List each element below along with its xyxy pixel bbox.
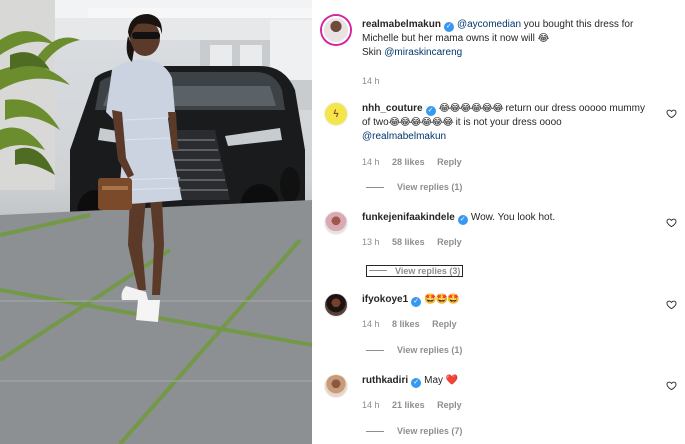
emoji-group: 😂😂😂😂😂😂 bbox=[388, 117, 454, 128]
comment-text: May ❤️ bbox=[424, 375, 459, 386]
avatar[interactable] bbox=[324, 293, 348, 317]
caption-body: realmabelmakun ✓ @aycomedian you bought th… bbox=[362, 18, 652, 60]
replies-divider bbox=[366, 350, 384, 352]
emoji-group: 😂😂😂😂😂😂 bbox=[438, 103, 504, 114]
view-replies-button[interactable]: View replies (1) bbox=[366, 345, 465, 355]
caption-time: 14 h bbox=[362, 76, 380, 86]
comment-time: 14 h bbox=[362, 319, 380, 329]
comment-text: 🤩🤩🤩 bbox=[424, 294, 459, 305]
heart-icon[interactable] bbox=[666, 217, 677, 228]
view-replies-label-box: View replies (3) bbox=[366, 264, 464, 277]
view-replies-label: View replies (1) bbox=[397, 345, 463, 355]
view-replies-button[interactable]: View replies (3) bbox=[366, 263, 464, 277]
view-replies-button[interactable]: View replies (7) bbox=[366, 426, 465, 436]
avatar[interactable] bbox=[324, 374, 348, 398]
likes-count[interactable]: 21 likes bbox=[392, 400, 425, 410]
comment-username[interactable]: nhh_couture bbox=[362, 103, 423, 114]
comment-text: it is not your dress oooo bbox=[452, 117, 562, 128]
comment-body: ruthkadiri ✓ May ❤️ bbox=[362, 374, 652, 388]
view-replies-label: View replies (1) bbox=[397, 182, 463, 192]
verified-badge-icon: ✓ bbox=[443, 22, 454, 32]
comment-mention[interactable]: @realmabelmakun bbox=[362, 131, 446, 142]
view-replies-button[interactable]: View replies (1) bbox=[366, 182, 465, 192]
replies-divider bbox=[366, 431, 384, 433]
comment-meta: 13 h 58 likes Reply bbox=[362, 237, 472, 247]
post-viewer: realmabelmakun ✓ @aycomedian you bought th… bbox=[0, 0, 685, 444]
comment-body: funkejenifaakindele ✓ Wow. You look hot. bbox=[362, 211, 652, 225]
caption-mention[interactable]: @aycomedian bbox=[457, 19, 521, 30]
caption-skin-label: Skin bbox=[362, 47, 385, 58]
reply-button[interactable]: Reply bbox=[437, 157, 462, 167]
reply-button[interactable]: Reply bbox=[432, 319, 457, 329]
heart-icon[interactable] bbox=[666, 299, 677, 310]
verified-badge-icon: ✓ bbox=[411, 297, 422, 307]
heart-icon[interactable] bbox=[666, 108, 677, 119]
reply-button[interactable]: Reply bbox=[437, 237, 462, 247]
comment-time: 14 h bbox=[362, 157, 380, 167]
comment-meta: 14 h 28 likes Reply bbox=[362, 157, 472, 167]
comment-time: 13 h bbox=[362, 237, 380, 247]
comment-meta: 14 h 21 likes Reply bbox=[362, 400, 472, 410]
heart-icon[interactable] bbox=[666, 380, 677, 391]
comment-time: 14 h bbox=[362, 400, 380, 410]
comment-username[interactable]: funkejenifaakindele bbox=[362, 212, 455, 223]
avatar[interactable]: ϟ bbox=[324, 102, 348, 126]
verified-badge-icon: ✓ bbox=[457, 215, 468, 225]
post-photo-illustration bbox=[0, 0, 312, 444]
likes-count[interactable]: 58 likes bbox=[392, 237, 425, 247]
comment-username[interactable]: ruthkadiri bbox=[362, 375, 408, 386]
replies-divider bbox=[369, 270, 387, 271]
caption-username[interactable]: realmabelmakun bbox=[362, 19, 441, 30]
post-photo bbox=[0, 0, 312, 444]
comment-body: ifyokoye1 ✓ 🤩🤩🤩 bbox=[362, 293, 652, 307]
verified-badge-icon: ✓ bbox=[411, 378, 422, 388]
comment-body: nhh_couture ✓ 😂😂😂😂😂😂 return our dress oooo… bbox=[362, 102, 652, 144]
reply-button[interactable]: Reply bbox=[437, 400, 462, 410]
view-replies-label: View replies (3) bbox=[395, 265, 461, 276]
caption-meta: 14 h bbox=[362, 76, 390, 86]
avatar[interactable] bbox=[322, 16, 350, 44]
likes-count[interactable]: 28 likes bbox=[392, 157, 425, 167]
comment-meta: 14 h 8 likes Reply bbox=[362, 319, 467, 329]
comments-panel: realmabelmakun ✓ @aycomedian you bought th… bbox=[312, 0, 685, 444]
avatar[interactable] bbox=[324, 211, 348, 235]
likes-count[interactable]: 8 likes bbox=[392, 319, 420, 329]
replies-divider bbox=[366, 187, 384, 189]
brand-logo-icon: ϟ bbox=[333, 108, 339, 120]
verified-badge-icon: ✓ bbox=[425, 106, 436, 116]
caption-skin-mention[interactable]: @miraskincareng bbox=[384, 47, 462, 58]
comment-text: Wow. You look hot. bbox=[470, 212, 556, 223]
view-replies-label: View replies (7) bbox=[397, 426, 463, 436]
comment-username[interactable]: ifyokoye1 bbox=[362, 294, 408, 305]
